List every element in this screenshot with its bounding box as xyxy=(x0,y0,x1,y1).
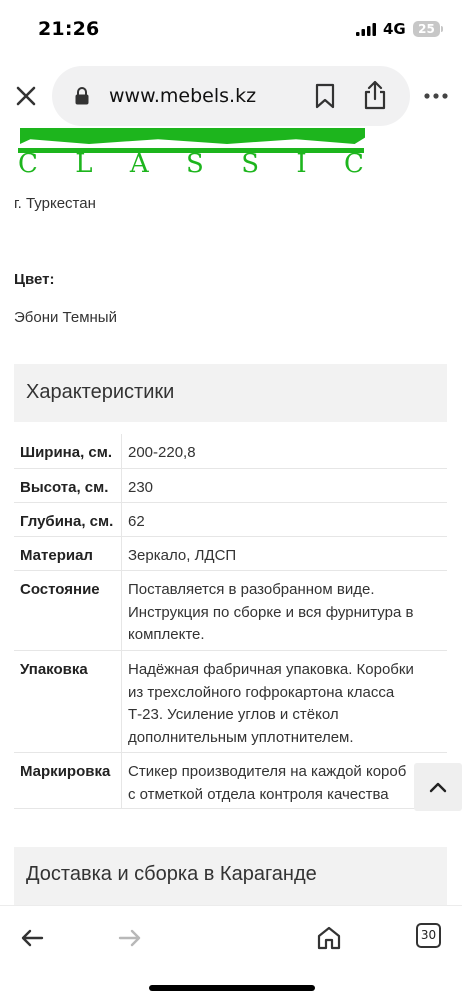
home-indicator xyxy=(149,985,315,991)
color-value: Эбони Темный xyxy=(14,309,117,326)
table-row: Упаковка Надёжная фабричная упаковка. Ко… xyxy=(14,651,447,753)
status-bar: 21:26 4G 25 xyxy=(0,0,462,60)
battery-tip xyxy=(441,26,443,32)
battery-icon: 25 xyxy=(413,21,440,37)
arrow-right-icon xyxy=(118,929,141,947)
table-row: Материал Зеркало, ЛДСП xyxy=(14,537,447,571)
logo-letter: I xyxy=(296,149,307,176)
tabs-button[interactable]: 30 xyxy=(416,923,441,948)
spec-value: Стикер производителя на каждой короб с о… xyxy=(128,763,407,803)
logo-letter: L xyxy=(75,149,93,176)
table-row: Высота, см. 230 xyxy=(14,469,447,503)
table-row: Ширина, см. 200-220,8 xyxy=(14,434,447,469)
logo-letter: C xyxy=(18,149,38,176)
delivery-title: Доставка и сборка в Караганде xyxy=(26,863,317,885)
table-row: Состояние Поставляется в разобранном вид… xyxy=(14,571,447,651)
url-text[interactable]: www.mebels.kz xyxy=(109,85,256,107)
network-label: 4G xyxy=(383,20,406,38)
city-label: г. Туркестан xyxy=(14,195,96,212)
chevron-up-icon xyxy=(429,782,447,793)
spec-key: Ширина, см. xyxy=(14,434,122,468)
table-row: Глубина, см. 62 xyxy=(14,503,447,537)
lock-icon xyxy=(75,87,89,105)
delivery-header[interactable]: Доставка и сборка в Караганде xyxy=(14,847,447,905)
back-button[interactable] xyxy=(14,920,50,956)
characteristics-header: Характеристики xyxy=(14,364,447,422)
logo-letter: A xyxy=(129,149,149,176)
bookmark-icon[interactable] xyxy=(314,83,336,109)
spec-value: Поставляется в разобранном виде. Инструк… xyxy=(128,581,414,643)
color-label: Цвет: xyxy=(14,271,55,288)
spec-value: Зеркало, ЛДСП xyxy=(128,547,237,564)
brand-logo: C L A S S I C xyxy=(18,128,368,176)
spec-key: Высота, см. xyxy=(14,469,122,502)
spec-value: Надёжная фабричная упаковка. Коробки из … xyxy=(128,661,414,746)
share-icon[interactable] xyxy=(362,80,388,110)
spec-value: 230 xyxy=(128,479,154,496)
logo-band xyxy=(20,128,365,144)
home-button[interactable] xyxy=(311,920,347,956)
table-row: Маркировка Стикер производителя на каждо… xyxy=(14,753,447,809)
spec-value: 62 xyxy=(128,513,145,530)
logo-letter: C xyxy=(344,149,364,176)
arrow-left-icon xyxy=(21,929,44,947)
status-time: 21:26 xyxy=(38,18,100,40)
bottom-toolbar: 30 xyxy=(0,905,462,999)
close-icon xyxy=(16,86,36,106)
logo-letter: S xyxy=(241,149,260,176)
close-button[interactable] xyxy=(10,80,42,112)
spec-key: Упаковка xyxy=(14,651,122,752)
spec-key: Материал xyxy=(14,537,122,570)
scroll-to-top-button[interactable] xyxy=(414,763,462,811)
characteristics-title: Характеристики xyxy=(26,381,175,403)
url-bar[interactable]: www.mebels.kz xyxy=(52,66,410,126)
spec-key: Состояние xyxy=(14,571,122,650)
home-icon xyxy=(317,926,341,950)
spec-key: Глубина, см. xyxy=(14,503,122,536)
logo-subtitle: C L A S S I C xyxy=(18,149,368,176)
forward-button[interactable] xyxy=(112,920,148,956)
specs-table: Ширина, см. 200-220,8 Высота, см. 230 Гл… xyxy=(14,434,447,809)
logo-letter: S xyxy=(186,149,204,176)
spec-value: 200-220,8 xyxy=(128,444,196,461)
signal-icon xyxy=(356,23,376,36)
spec-key: Маркировка xyxy=(14,753,122,808)
more-icon[interactable] xyxy=(422,87,452,105)
